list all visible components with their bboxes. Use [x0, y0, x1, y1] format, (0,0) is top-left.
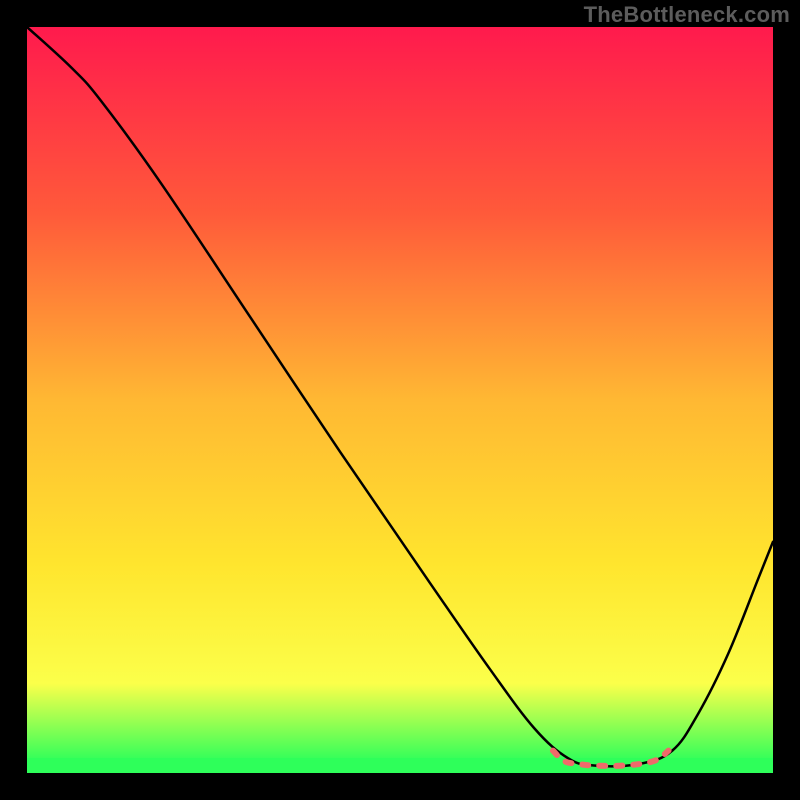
chart-frame: TheBottleneck.com: [0, 0, 800, 800]
watermark-text: TheBottleneck.com: [584, 2, 790, 28]
plot-area: [27, 27, 773, 773]
chart-svg: [27, 27, 773, 773]
green-band: [27, 758, 773, 773]
gradient-background: [27, 27, 773, 773]
